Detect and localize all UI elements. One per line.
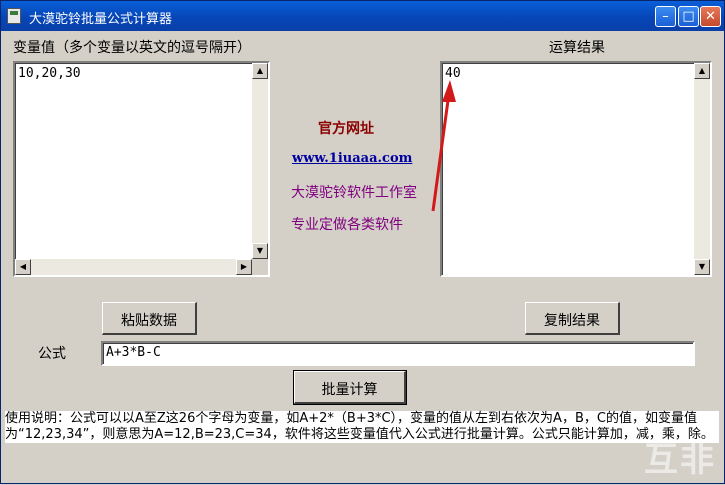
copy-result-button[interactable]: 复制结果 [525, 302, 620, 335]
formula-label: 公式 [38, 346, 66, 362]
batch-calculate-button[interactable]: 批量计算 [293, 370, 407, 405]
formula-input[interactable]: A+3*B-C [101, 341, 695, 366]
app-window: 大漠驼铃批量公式计算器 – □ ✕ 变量值（多个变量以英文的逗号隔开） 10,2… [0, 0, 725, 484]
usage-instructions: 使用说明：公式可以以A至Z这26个字母为变量，如A+2*（B+3*C），变量的值… [5, 411, 719, 443]
copy-result-label: 复制结果 [544, 313, 600, 329]
paste-data-label: 粘贴数据 [121, 313, 177, 329]
formula-value: A+3*B-C [106, 345, 161, 360]
watermark: 互非 [644, 440, 716, 480]
batch-calculate-label: 批量计算 [321, 382, 378, 398]
paste-data-button[interactable]: 粘贴数据 [102, 302, 197, 335]
